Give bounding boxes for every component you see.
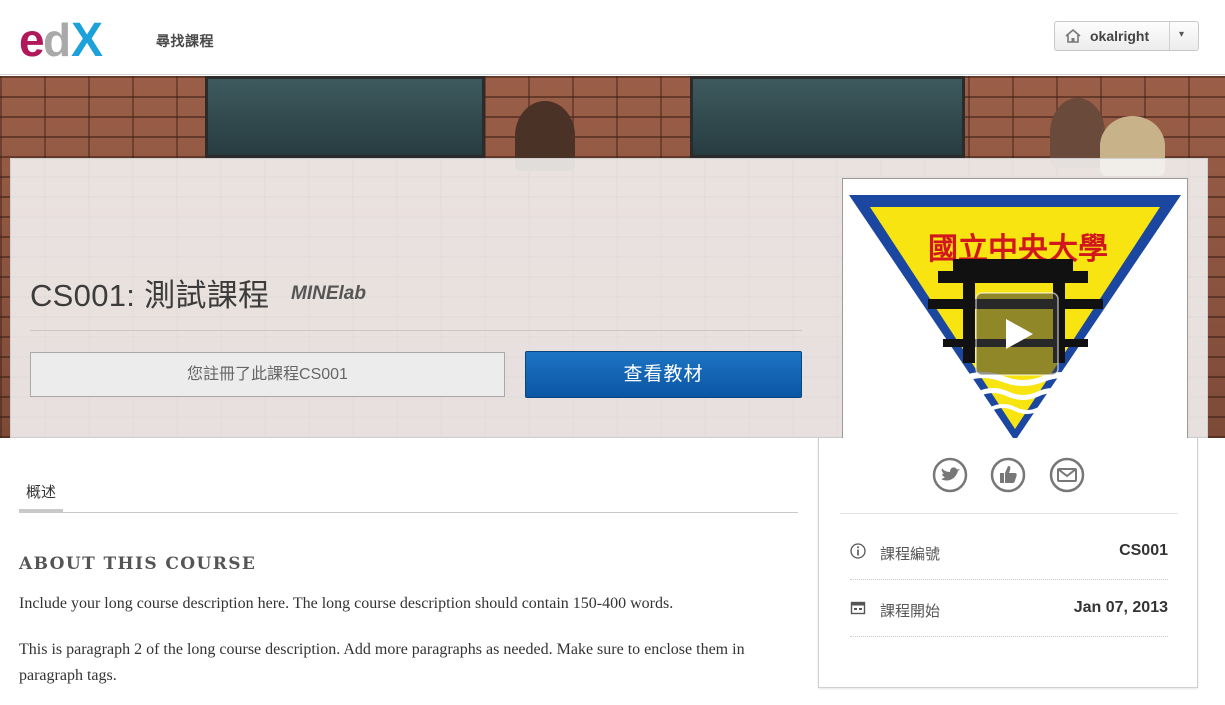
sidebar-divider [840, 513, 1178, 514]
twitter-icon[interactable] [932, 457, 968, 493]
course-title: CS001: 測試課程 [30, 278, 270, 313]
play-icon[interactable] [975, 292, 1059, 376]
hero-window [690, 76, 965, 158]
view-courseware-button[interactable]: 查看教材 [525, 351, 802, 398]
course-start-label: 課程開始 [880, 603, 941, 620]
email-icon[interactable] [1049, 457, 1085, 493]
calendar-icon [850, 601, 866, 615]
svg-text:e: e [19, 16, 44, 60]
title-divider [30, 330, 802, 331]
course-number-label: 課程編號 [880, 546, 941, 563]
tab-overview[interactable]: 概述 [19, 478, 63, 512]
course-start-row: 課程開始 Jan 07, 2013 [850, 580, 1168, 637]
hero-window [205, 76, 485, 158]
svg-text:d: d [43, 16, 69, 60]
course-org: MINElab [291, 283, 366, 304]
tabs-divider [19, 512, 798, 513]
svg-text:X: X [71, 16, 103, 60]
course-number-row: 課程編號 CS001 [850, 523, 1168, 580]
menu-divider [1169, 22, 1170, 50]
home-icon [1065, 28, 1081, 43]
ncu-logo-image: 國立中央大學 [849, 195, 1181, 439]
course-start-value: Jan 07, 2013 [1073, 599, 1168, 616]
site-header: e d X 尋找課程 okalright ▾ [0, 0, 1225, 75]
edx-logo[interactable]: e d X [19, 16, 112, 60]
username-label: okalright [1090, 28, 1150, 44]
facebook-like-icon[interactable] [990, 457, 1026, 493]
about-paragraph: Include your long course description her… [19, 595, 674, 612]
user-menu-dropdown[interactable]: okalright ▾ [1054, 21, 1199, 51]
course-video[interactable]: 國立中央大學 [842, 178, 1188, 440]
nav-find-courses-link[interactable]: 尋找課程 [156, 31, 214, 51]
about-heading: ABOUT THIS COURSE [19, 554, 257, 574]
chevron-down-icon[interactable]: ▾ [1179, 29, 1184, 40]
course-number-value: CS001 [1119, 542, 1168, 559]
registration-status: 您註冊了此課程CS001 [30, 352, 505, 397]
course-sidebar: 課程編號 CS001 課程開始 Jan 07, 2013 [818, 438, 1198, 688]
about-paragraph: This is paragraph 2 of the long course d… [19, 641, 745, 684]
info-icon [850, 543, 866, 559]
